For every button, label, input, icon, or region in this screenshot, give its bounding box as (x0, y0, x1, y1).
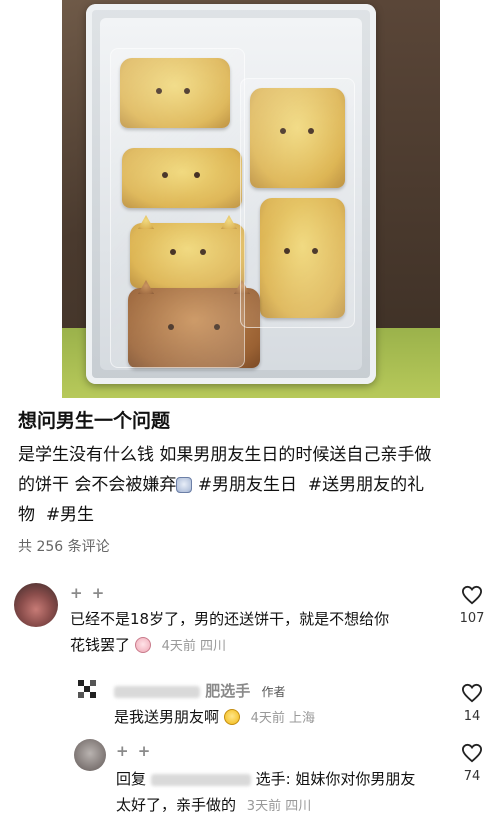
comment-time: 3天前 四川 (246, 799, 312, 814)
heart-outline-icon (461, 743, 483, 763)
shy-face-emoji (176, 477, 193, 493)
thinking-face-emoji (223, 709, 240, 725)
pig-face-emoji (134, 637, 151, 653)
post-photo[interactable] (62, 0, 440, 398)
author-badge: 作者 (261, 685, 286, 699)
comment-time: 4天前 上海 (250, 711, 316, 726)
avatar[interactable] (14, 583, 58, 627)
commenter-name[interactable]: 肥选手 作者 (114, 680, 286, 701)
post-body: 是学生没有什么钱 如果男朋友生日的时候送自己亲手做 的饼干 会不会被嫌弃 #男朋… (18, 445, 432, 525)
comment-text: 是我送男朋友啊 4天前 上海 (114, 708, 316, 726)
comment-text: 已经不是18岁了，男的还送饼干，就是不想给你 花钱罢了 4天前 四川 (70, 610, 390, 654)
post-title: 想问男生一个问题 (18, 410, 171, 432)
hashtag-gift-for-boyfriend[interactable]: #送男朋友的礼 (308, 475, 424, 495)
like-button[interactable]: 74 (452, 743, 492, 784)
comment-time: 4天前 四川 (161, 639, 227, 654)
avatar[interactable] (78, 680, 98, 700)
like-button[interactable]: 107 (452, 585, 492, 626)
avatar[interactable] (74, 739, 106, 771)
commenter-name[interactable]: + + (70, 584, 106, 602)
comment-count: 共 256 条评论 (18, 539, 110, 555)
like-count: 14 (463, 709, 481, 724)
hashtag-boyfriend-birthday[interactable]: #男朋友生日 (198, 475, 297, 495)
like-count: 107 (459, 611, 485, 626)
comment-text: 回复 选手: 姐妹你对你男朋友 太好了，亲手做的 3天前 四川 (116, 770, 416, 814)
heart-outline-icon (461, 683, 483, 703)
heart-outline-icon (461, 585, 483, 605)
cookie-tray (86, 4, 376, 384)
like-button[interactable]: 14 (452, 683, 492, 724)
hashtag-boys[interactable]: #男生 (46, 505, 94, 525)
like-count: 74 (463, 769, 481, 784)
commenter-name[interactable]: + + (116, 742, 152, 760)
